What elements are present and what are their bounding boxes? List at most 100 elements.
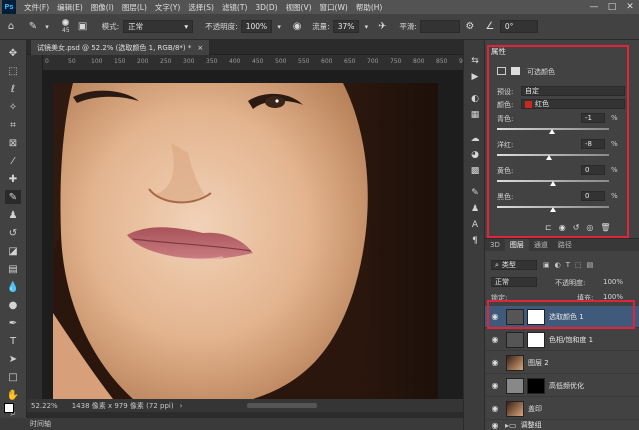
fill-value[interactable]: 100% <box>603 293 623 301</box>
move-tool-icon[interactable]: ✥ <box>5 46 21 60</box>
slider-thumb[interactable] <box>549 129 556 134</box>
colors-select[interactable]: 红色 <box>521 99 625 109</box>
horizontal-scrollbar[interactable] <box>247 403 317 408</box>
horizontal-ruler[interactable]: 0 50 100 150 200 250 300 350 400 450 500… <box>43 55 480 71</box>
slider-thumb[interactable] <box>545 155 552 160</box>
reset-icon[interactable]: ↺ <box>573 223 580 232</box>
color-icon[interactable]: ◕ <box>468 148 482 162</box>
chevron-down-icon[interactable]: ▾ <box>272 20 286 34</box>
visibility-eye-icon[interactable]: ◉ <box>489 404 501 413</box>
hand-tool-icon[interactable]: ✋ <box>5 388 21 402</box>
home-icon[interactable]: ⌂ <box>4 20 18 34</box>
eraser-tool-icon[interactable]: ◪ <box>5 244 21 258</box>
layer-name[interactable]: 高低频优化 <box>549 381 584 391</box>
layer-row[interactable]: ◉ 高低频优化 <box>485 375 639 397</box>
slider-value-input[interactable]: 0 <box>581 191 605 201</box>
layer-row[interactable]: ◉ 选取颜色 1 <box>485 306 639 328</box>
visibility-eye-icon[interactable]: ◉ <box>489 335 501 344</box>
brush-settings-icon[interactable]: ▣ <box>76 20 90 34</box>
layer-name[interactable]: 盖印 <box>528 404 542 414</box>
type-filter-icon[interactable]: T <box>566 261 570 269</box>
layer-row[interactable]: ◉ 色相/饱和度 1 <box>485 329 639 351</box>
menu-image[interactable]: 图像(I) <box>87 2 118 13</box>
dodge-tool-icon[interactable]: ● <box>5 298 21 312</box>
minimize-button[interactable]: — <box>585 0 603 14</box>
document-tab[interactable]: 试镜美女.psd @ 52.2% (选取颜色 1, RGB/8*) * × <box>31 40 210 55</box>
tab-channels[interactable]: 通道 <box>529 240 553 250</box>
pixel-filter-icon[interactable]: ▣ <box>543 261 550 269</box>
tab-paths[interactable]: 路径 <box>553 240 577 250</box>
timeline-bar[interactable]: 时间轴 <box>0 418 480 430</box>
smoothing-input[interactable] <box>419 20 460 33</box>
visibility-eye-icon[interactable]: ◉ <box>489 358 501 367</box>
maximize-button[interactable]: □ <box>603 0 621 14</box>
airbrush-icon[interactable]: ✈ <box>375 20 389 34</box>
pen-tool-icon[interactable]: ✒ <box>5 316 21 330</box>
menu-view[interactable]: 视图(V) <box>282 2 316 13</box>
layer-name[interactable]: 调整组 <box>521 420 542 430</box>
healing-brush-tool-icon[interactable]: ✚ <box>5 172 21 186</box>
type-tool-icon[interactable]: T <box>5 334 21 348</box>
layer-mask-thumbnail[interactable] <box>527 308 545 325</box>
foreground-color-swatch[interactable] <box>4 403 14 413</box>
slider-track[interactable] <box>497 154 609 156</box>
visibility-eye-icon[interactable]: ◉ <box>489 381 501 390</box>
angle-input[interactable]: 0° <box>499 20 538 33</box>
mode-select[interactable]: 正常 ▾ <box>123 20 194 33</box>
brush-tool-icon[interactable]: ✎ <box>26 20 40 34</box>
tab-3d[interactable]: 3D <box>485 241 505 249</box>
opacity-input[interactable]: 100% <box>240 20 273 33</box>
actions-play-icon[interactable]: ▶ <box>468 70 482 84</box>
eyedropper-tool-icon[interactable]: ⁄ <box>5 154 21 168</box>
layer-mask-thumbnail[interactable] <box>527 377 545 394</box>
adjustments-icon[interactable]: ◐ <box>468 92 482 106</box>
menu-help[interactable]: 帮助(H) <box>352 2 387 13</box>
visibility-eye-icon[interactable]: ◉ <box>489 421 501 430</box>
menu-filter[interactable]: 滤镜(T) <box>218 2 251 13</box>
swatches-icon[interactable]: ▩ <box>468 164 482 178</box>
chevron-right-icon[interactable]: › <box>180 402 183 410</box>
menu-select[interactable]: 选择(S) <box>184 2 218 13</box>
layer-name[interactable]: 色相/饱和度 1 <box>549 335 593 345</box>
blend-mode-select[interactable]: 正常 <box>491 277 537 287</box>
canvas-area[interactable] <box>43 71 480 399</box>
brush-tool-icon[interactable]: ✎ <box>5 190 21 204</box>
preset-select[interactable]: 自定 <box>521 86 625 96</box>
slider-thumb[interactable] <box>550 207 556 212</box>
vertical-ruler[interactable] <box>27 55 43 399</box>
layer-opacity-value[interactable]: 100% <box>603 278 623 286</box>
trash-icon[interactable]: 🗑 <box>600 223 610 232</box>
layer-mask-thumbnail[interactable] <box>527 331 545 348</box>
flow-input[interactable]: 37% <box>332 20 360 33</box>
libraries-icon[interactable]: ☁ <box>468 132 482 146</box>
slider-value-input[interactable]: -1 <box>581 113 605 123</box>
menu-type[interactable]: 文字(Y) <box>151 2 184 13</box>
paragraph-icon[interactable]: ¶ <box>468 234 482 248</box>
clip-to-layer-icon[interactable]: ⊏ <box>545 223 552 232</box>
adjustment-filter-icon[interactable]: ◐ <box>555 261 561 269</box>
layer-filter-select[interactable]: ⌕ 类型 <box>491 260 537 270</box>
visibility-icon[interactable]: ◎ <box>586 223 593 232</box>
menu-window[interactable]: 窗口(W) <box>316 2 352 13</box>
brush-settings-icon[interactable]: ✎ <box>468 186 482 200</box>
slider-thumb[interactable] <box>550 181 556 186</box>
history-icon[interactable]: ⇆ <box>468 54 482 68</box>
gear-icon[interactable]: ⚙ <box>463 20 477 34</box>
menu-file[interactable]: 文件(F) <box>20 2 53 13</box>
crop-tool-icon[interactable]: ⌗ <box>5 118 21 132</box>
blur-tool-icon[interactable]: 💧 <box>5 280 21 294</box>
quick-select-tool-icon[interactable]: ✧ <box>5 100 21 114</box>
layer-row[interactable]: ◉ 图层 2 <box>485 352 639 374</box>
slider-value-input[interactable]: 0 <box>581 165 605 175</box>
rectangle-tool-icon[interactable]: □ <box>5 370 21 384</box>
mask-icon[interactable] <box>511 67 520 75</box>
menu-edit[interactable]: 编辑(E) <box>53 2 87 13</box>
character-icon[interactable]: A <box>468 218 482 232</box>
chevron-down-icon[interactable]: ▾ <box>359 20 373 34</box>
shape-filter-icon[interactable]: ⬚ <box>575 261 582 269</box>
clone-stamp-tool-icon[interactable]: ♟ <box>5 208 21 222</box>
zoom-level[interactable]: 52.22% <box>31 402 58 410</box>
layer-row[interactable]: ◉ 盖印 <box>485 398 639 420</box>
lasso-tool-icon[interactable]: ℓ <box>5 82 21 96</box>
visibility-eye-icon[interactable]: ◉ <box>489 312 501 321</box>
